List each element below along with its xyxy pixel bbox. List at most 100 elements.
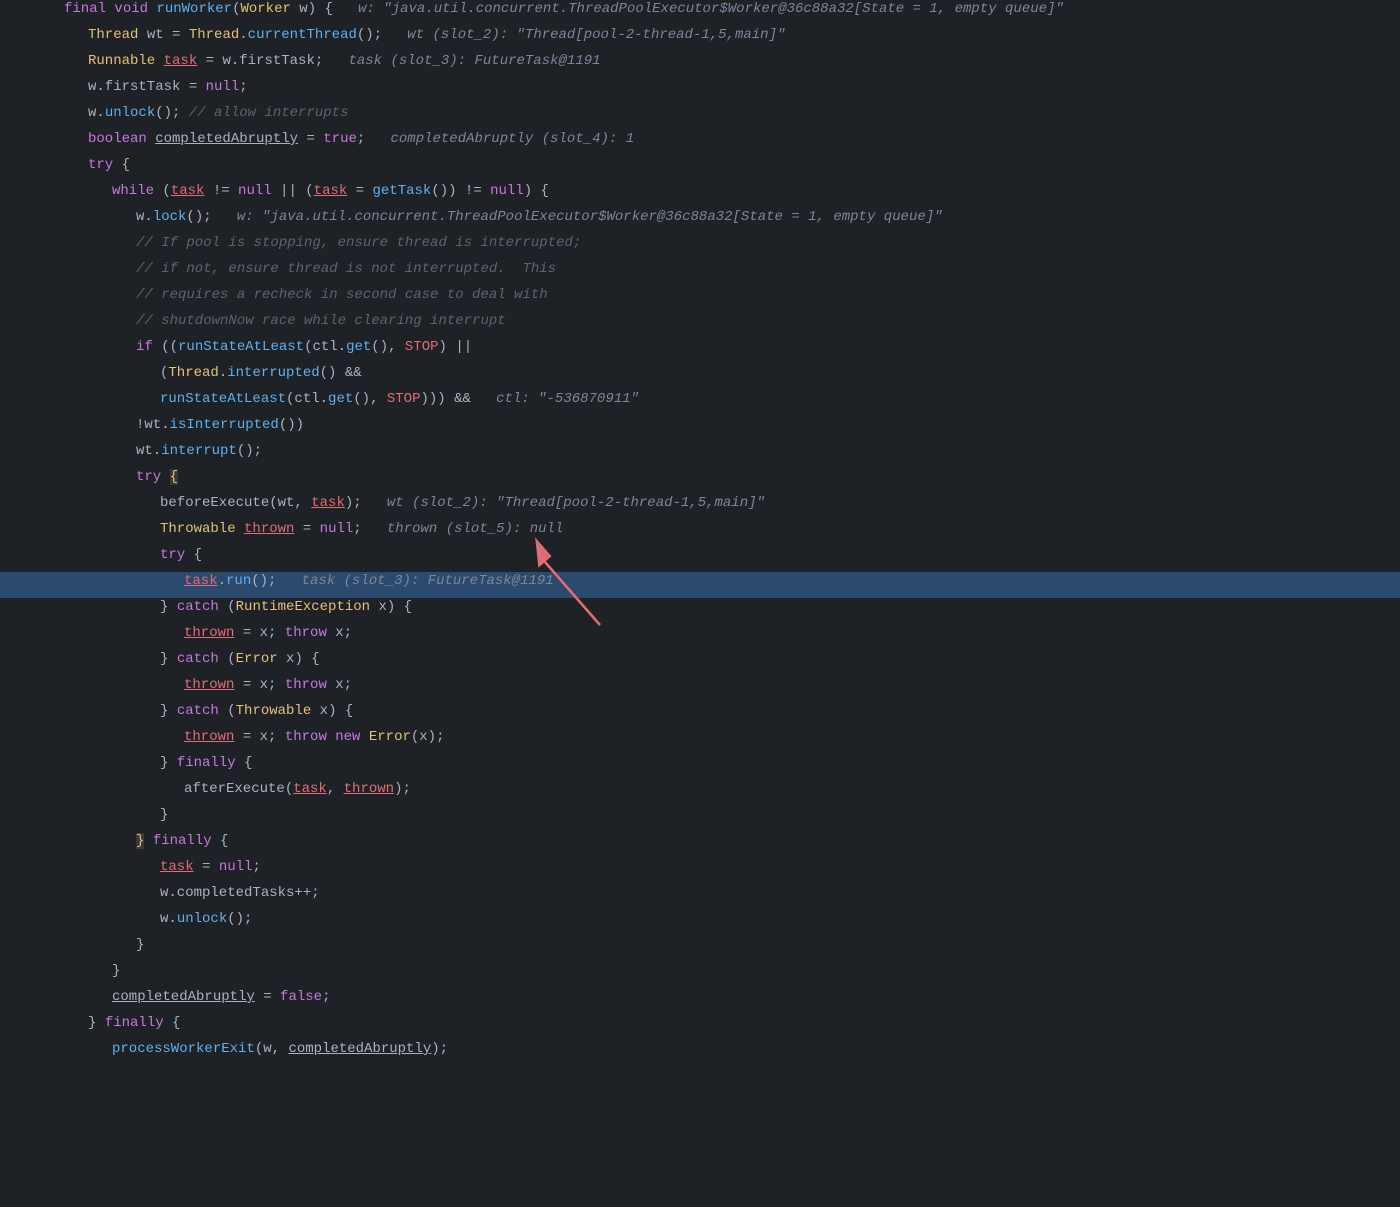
code-token: task [160, 859, 194, 875]
code-token: = [294, 521, 319, 537]
code-token: ( [227, 599, 235, 615]
code-token: ))) && [420, 391, 487, 407]
code-token: get [328, 391, 353, 407]
code-line: afterExecute(task, thrown); [0, 780, 1400, 806]
line-code: thrown = x; throw x; [60, 677, 1400, 693]
code-token: catch [177, 651, 227, 667]
code-token: (); [237, 443, 262, 459]
code-token: } [160, 599, 177, 615]
code-line: } [0, 806, 1400, 832]
code-line: // if not, ensure thread is not interrup… [0, 260, 1400, 286]
line-code: // If pool is stopping, ensure thread is… [60, 235, 1400, 251]
line-code: thrown = x; throw new Error(x); [60, 729, 1400, 745]
line-code: afterExecute(task, thrown); [60, 781, 1400, 797]
line-code: task = null; [60, 859, 1400, 875]
line-code: task.run(); task (slot_3): FutureTask@11… [60, 573, 1400, 589]
code-token: = [347, 183, 372, 199]
code-token: x) { [278, 651, 320, 667]
code-token: final [64, 1, 114, 17]
code-line: final void runWorker(Worker w) { w: "jav… [0, 0, 1400, 26]
code-line: runStateAtLeast(ctl.get(), STOP))) && ct… [0, 390, 1400, 416]
code-token: { [194, 547, 202, 563]
line-code: } catch (RuntimeException x) { [60, 599, 1400, 615]
code-token: thrown [184, 677, 234, 693]
code-token: ()) != [431, 183, 490, 199]
code-token: () && [320, 365, 362, 381]
code-token: } [160, 651, 177, 667]
code-token: STOP [405, 339, 439, 355]
line-code: } finally { [60, 755, 1400, 771]
code-token [236, 521, 244, 537]
code-token: null [206, 79, 240, 95]
code-token: throw [285, 625, 327, 641]
line-code: } [60, 937, 1400, 953]
line-code: // if not, ensure thread is not interrup… [60, 261, 1400, 277]
code-token: currentThread [248, 27, 357, 43]
line-code: (Thread.interrupted() && [60, 365, 1400, 381]
line-code: Thread wt = Thread.currentThread(); wt (… [60, 27, 1400, 43]
code-token: x) { [370, 599, 412, 615]
code-token: throw [285, 677, 327, 693]
code-token: // If pool is stopping, ensure thread is… [136, 235, 581, 251]
code-token: void [114, 1, 156, 17]
line-code: Runnable task = w.firstTask; task (slot_… [60, 53, 1400, 69]
code-token: wt (slot_2): "Thread[pool-2-thread-1,5,m… [399, 27, 785, 43]
code-token: { [244, 755, 252, 771]
code-token: task [184, 573, 218, 589]
code-token: task [164, 53, 198, 69]
code-line: if ((runStateAtLeast(ctl.get(), STOP) || [0, 338, 1400, 364]
code-token: (ctl. [286, 391, 328, 407]
code-token: = x; [234, 729, 284, 745]
code-line: !wt.isInterrupted()) [0, 416, 1400, 442]
line-code: runStateAtLeast(ctl.get(), STOP))) && ct… [60, 391, 1400, 407]
code-token: ; [357, 131, 382, 147]
code-token: thrown [184, 625, 234, 641]
code-token: ; [239, 79, 247, 95]
code-token: = x; [234, 625, 284, 641]
line-code: beforeExecute(wt, task); wt (slot_2): "T… [60, 495, 1400, 511]
code-token: // requires a recheck in second case to … [136, 287, 548, 303]
line-code: w.unlock(); // allow interrupts [60, 105, 1400, 121]
code-line: (Thread.interrupted() && [0, 364, 1400, 390]
code-token: w. [160, 911, 177, 927]
code-token: w.completedTasks++; [160, 885, 320, 901]
code-token: } [136, 937, 144, 953]
line-code: !wt.isInterrupted()) [60, 417, 1400, 433]
code-token: catch [177, 599, 227, 615]
code-token: Thread [168, 365, 218, 381]
line-code: thrown = x; throw x; [60, 625, 1400, 641]
code-line: try { [0, 546, 1400, 572]
code-token: finally [153, 833, 220, 849]
code-token: = w.firstTask; [197, 53, 340, 69]
code-token: finally [105, 1015, 172, 1031]
code-line: w.firstTask = null; [0, 78, 1400, 104]
line-code: w.unlock(); [60, 911, 1400, 927]
code-line: w.completedTasks++; [0, 884, 1400, 910]
code-token: try [88, 157, 122, 173]
code-token: } [160, 807, 168, 823]
code-token: (); [155, 105, 189, 121]
line-code: try { [60, 547, 1400, 563]
code-token: w: "java.util.concurrent.ThreadPoolExecu… [350, 1, 1064, 17]
code-token: Worker [240, 1, 290, 17]
code-token: (); [227, 911, 252, 927]
code-token: beforeExecute(wt, [160, 495, 311, 511]
code-token: { [170, 469, 178, 485]
code-line: thrown = x; throw x; [0, 676, 1400, 702]
code-line: w.unlock(); // allow interrupts [0, 104, 1400, 130]
code-token: while [112, 183, 162, 199]
code-token: Throwable [160, 521, 236, 537]
line-code: while (task != null || (task = getTask()… [60, 183, 1400, 199]
code-token: runWorker [156, 1, 232, 17]
code-token: run [226, 573, 251, 589]
code-token: = [298, 131, 323, 147]
code-line: beforeExecute(wt, task); wt (slot_2): "T… [0, 494, 1400, 520]
code-line: try { [0, 468, 1400, 494]
code-token: interrupt [161, 443, 237, 459]
code-token: interrupted [227, 365, 319, 381]
code-token: runStateAtLeast [160, 391, 286, 407]
code-line: task.run(); task (slot_3): FutureTask@11… [0, 572, 1400, 598]
code-token: (), [371, 339, 405, 355]
code-token: unlock [177, 911, 227, 927]
code-line: } finally { [0, 754, 1400, 780]
